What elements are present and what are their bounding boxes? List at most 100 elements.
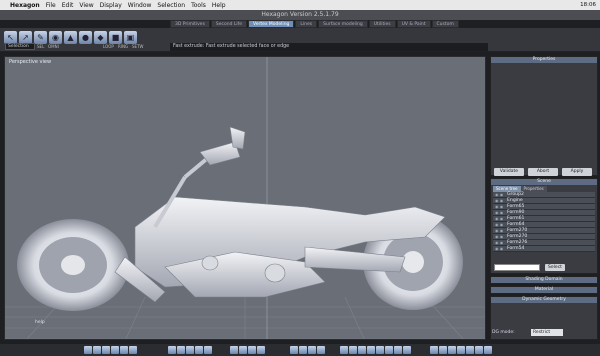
select-button[interactable]: Select: [545, 264, 565, 271]
vertex-mode-icon[interactable]: ●: [79, 31, 92, 44]
selection-mode-dropdown[interactable]: Selection: [5, 43, 35, 50]
loop-label: LOOP: [103, 44, 114, 49]
viewport-label: Perspective view: [9, 59, 52, 65]
menu-tools[interactable]: Tools: [191, 2, 206, 9]
single-view-icon[interactable]: [84, 346, 92, 354]
display-mode-icons: [168, 346, 213, 354]
menu-file[interactable]: File: [46, 2, 56, 9]
tab-surface-modeling[interactable]: Surface modeling: [318, 20, 368, 28]
menu-edit[interactable]: Edit: [62, 2, 74, 9]
tab-vertex-modeling[interactable]: Vertex Modeling: [248, 20, 295, 28]
magic-select-icon[interactable]: ◉: [49, 31, 62, 44]
tool-tip-line: Fast extrude: Fast extrude selected face…: [170, 43, 488, 51]
export-icon[interactable]: [457, 346, 465, 354]
menu-display[interactable]: Display: [100, 2, 122, 9]
zoom-icon[interactable]: [299, 346, 307, 354]
visibility-icon[interactable]: ◉ ◉: [493, 210, 507, 215]
pan-icon[interactable]: [290, 346, 298, 354]
cone-icon[interactable]: [367, 346, 375, 354]
menu-bar: Hexagon File Edit View Display Window Se…: [0, 0, 600, 10]
torus-icon[interactable]: [376, 346, 384, 354]
snap-face-icon[interactable]: [257, 346, 265, 354]
list-item[interactable]: ◉ ◉ Form54: [493, 246, 595, 252]
quad-view-icon[interactable]: [102, 346, 110, 354]
shading-domain-header[interactable]: Shading Domain: [491, 277, 597, 283]
cube-icon[interactable]: [349, 346, 357, 354]
validate-button[interactable]: Validate: [494, 168, 524, 176]
shaded-icon[interactable]: [177, 346, 185, 354]
menu-selection[interactable]: Selection: [157, 2, 185, 9]
setw-label: SETW: [132, 44, 144, 49]
menu-app[interactable]: Hexagon: [10, 2, 40, 9]
visibility-icon[interactable]: ◉ ◉: [493, 234, 507, 239]
tab-scene-properties[interactable]: Properties: [520, 186, 547, 192]
edge-mode-icon[interactable]: ◆: [94, 31, 107, 44]
snap-edge-icon[interactable]: [248, 346, 256, 354]
split-view-icon[interactable]: [93, 346, 101, 354]
menu-window[interactable]: Window: [128, 2, 152, 9]
camera-icon[interactable]: [129, 346, 137, 354]
dg-mode-dropdown[interactable]: Restrict: [531, 329, 563, 336]
folder-icon[interactable]: [484, 346, 492, 354]
scene-search-input[interactable]: [494, 264, 540, 271]
menu-help[interactable]: Help: [212, 2, 226, 9]
visibility-icon[interactable]: ◉ ◉: [493, 192, 507, 197]
render-preview-icons: [430, 346, 493, 354]
orbit-icon[interactable]: [308, 346, 316, 354]
tab-3d-primitives[interactable]: 3D Primitives: [170, 20, 210, 28]
abort-button[interactable]: Abort: [528, 168, 558, 176]
plane-icon[interactable]: [385, 346, 393, 354]
ring-label: RING: [118, 44, 129, 49]
wireframe-icon[interactable]: [168, 346, 176, 354]
shadow-icon[interactable]: [204, 346, 212, 354]
apply-button[interactable]: Apply: [562, 168, 592, 176]
perspective-viewport[interactable]: Perspective view help: [4, 56, 486, 340]
visibility-icon[interactable]: ◉ ◉: [493, 246, 507, 251]
sphere-icon[interactable]: [340, 346, 348, 354]
preview-icon[interactable]: [430, 346, 438, 354]
properties-header: Properties: [491, 57, 597, 63]
grid-view-icon[interactable]: [120, 346, 128, 354]
snap-vertex-icon[interactable]: [239, 346, 247, 354]
scene-header: Scene: [491, 179, 597, 185]
triple-view-icon[interactable]: [111, 346, 119, 354]
palette-tabs: 3D Primitives Second Life Vertex Modelin…: [170, 20, 460, 28]
material-panel[interactable]: Material: [490, 286, 598, 294]
tab-second-life[interactable]: Second Life: [210, 20, 248, 28]
dynamic-geometry-header: Dynamic Geometry: [491, 297, 597, 303]
handlebar: [199, 126, 246, 166]
paint-select-icon[interactable]: ✎: [34, 31, 47, 44]
visibility-icon[interactable]: ◉ ◉: [493, 216, 507, 221]
render-settings-icon[interactable]: [448, 346, 456, 354]
tab-custom[interactable]: Custom: [431, 20, 459, 28]
visibility-icon[interactable]: ◉ ◉: [493, 222, 507, 227]
object-mode-icon[interactable]: ▣: [124, 31, 137, 44]
face-mode-icon[interactable]: ■: [109, 31, 122, 44]
material-header[interactable]: Material: [491, 287, 597, 293]
omni-icon[interactable]: ▲: [64, 31, 77, 44]
render-icons: [340, 346, 412, 354]
sel-label: SEL: [37, 44, 45, 49]
light-icon[interactable]: [394, 346, 402, 354]
menu-view[interactable]: View: [79, 2, 93, 9]
visibility-icon[interactable]: ◉ ◉: [493, 198, 507, 203]
cylinder-icon[interactable]: [358, 346, 366, 354]
dg-mode-label: DG mode:: [492, 330, 515, 335]
frame-icon[interactable]: [317, 346, 325, 354]
grid-and-model: [5, 57, 485, 339]
shading-domain-panel[interactable]: Shading Domain: [490, 276, 598, 284]
visibility-icon[interactable]: ◉ ◉: [493, 228, 507, 233]
snap-grid-icon[interactable]: [230, 346, 238, 354]
tab-uv-paint[interactable]: UV & Paint: [396, 20, 431, 28]
tab-utilities[interactable]: Utilities: [368, 20, 396, 28]
visibility-icon[interactable]: ◉ ◉: [493, 204, 507, 209]
tab-lines[interactable]: Lines: [295, 20, 318, 28]
dock-icon[interactable]: [475, 346, 483, 354]
lighting-icon[interactable]: [195, 346, 203, 354]
window-title: Hexagon Version 2.5.1.79: [0, 10, 600, 20]
camera-object-icon[interactable]: [403, 346, 411, 354]
textured-icon[interactable]: [186, 346, 194, 354]
visibility-icon[interactable]: ◉ ◉: [493, 240, 507, 245]
snapshot-icon[interactable]: [466, 346, 474, 354]
render-icon[interactable]: [439, 346, 447, 354]
